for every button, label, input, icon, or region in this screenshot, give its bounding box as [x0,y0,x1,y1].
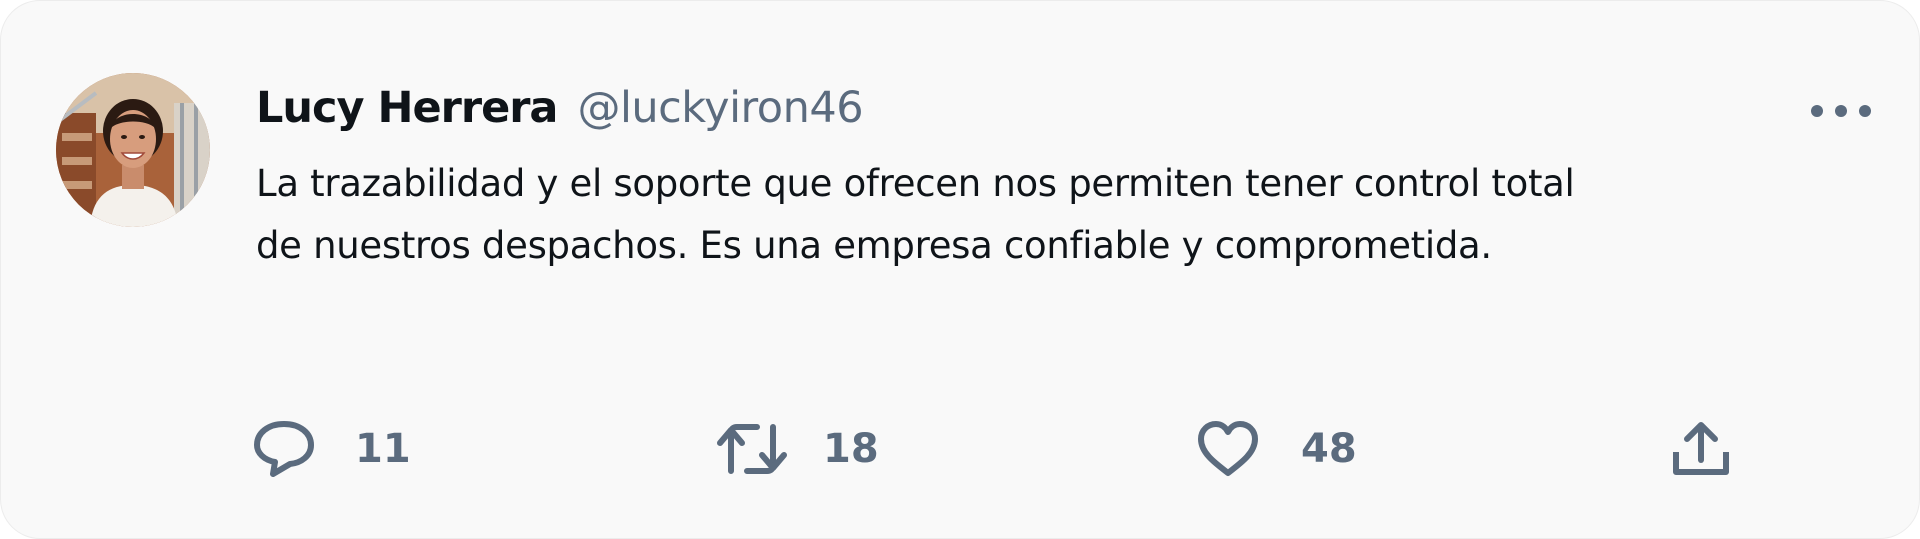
retweet-button[interactable]: 18 [717,409,879,489]
retweet-count: 18 [823,426,879,472]
share-icon [1671,420,1731,478]
tweet-text-line: La trazabilidad y el soporte que ofrecen… [256,162,1575,205]
like-button[interactable]: 48 [1197,409,1357,489]
more-options-button[interactable] [1811,97,1871,125]
reply-button[interactable]: 11 [253,409,411,489]
tweet-card: Lucy Herrera @luckyiron46 La trazabilida… [0,0,1920,539]
share-button[interactable] [1671,409,1731,489]
like-count: 48 [1301,426,1357,472]
reply-count: 11 [355,426,411,472]
author-handle[interactable]: @luckyiron46 [577,83,863,133]
heart-icon [1197,420,1259,478]
more-options-icon [1811,105,1823,117]
more-options-icon-dot [1859,105,1871,117]
tweet-text-line: de nuestros despachos. Es una empresa co… [256,224,1492,267]
avatar-photo [56,73,210,227]
reply-icon [253,420,315,478]
tweet-actions: 11 18 48 [1,409,1919,489]
retweet-icon [717,421,787,477]
author-name[interactable]: Lucy Herrera [256,83,558,133]
tweet-header: Lucy Herrera @luckyiron46 [256,83,864,143]
tweet-text: La trazabilidad y el soporte que ofrecen… [256,153,1816,277]
avatar[interactable] [56,73,210,227]
more-options-icon-dot [1835,105,1847,117]
